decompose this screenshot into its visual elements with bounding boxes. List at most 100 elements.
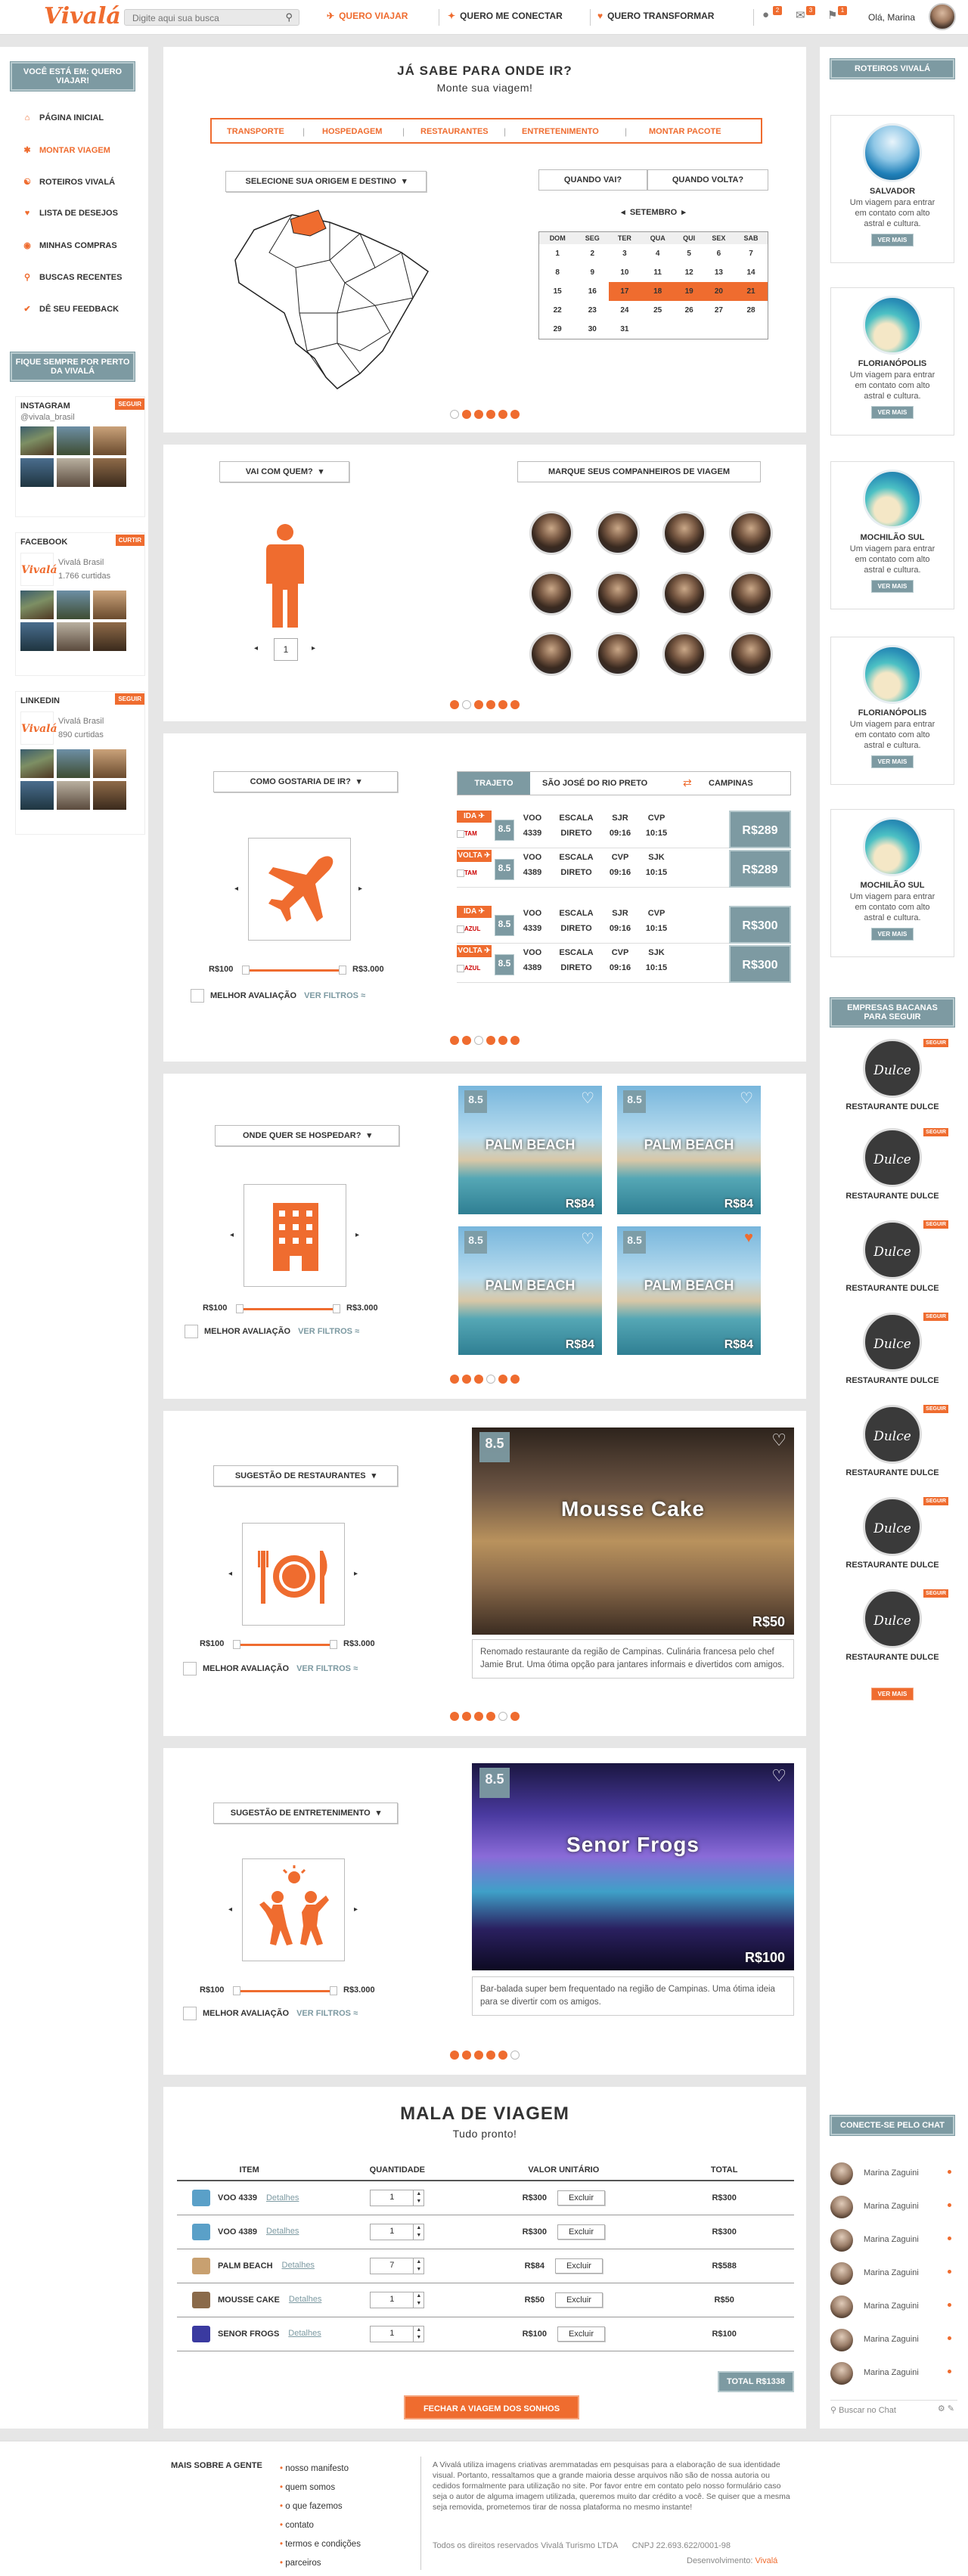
photo-thumb[interactable] [57, 426, 90, 455]
best-rating-filter[interactable]: MELHOR AVALIAÇÃO VER FILTROS ≈ [185, 1325, 359, 1338]
companion-avatar[interactable] [662, 511, 706, 555]
stepper-arrows-icon[interactable]: ▲ ▼ [413, 2258, 424, 2274]
roteiro-card[interactable]: MOCHILÃO SUL Um viagem para entrar em con… [830, 461, 954, 609]
progress-dot[interactable] [498, 1375, 507, 1384]
footer-link[interactable]: • contato [280, 2516, 361, 2535]
photo-thumb[interactable] [93, 622, 126, 651]
heart-icon[interactable]: ♡ [581, 1089, 594, 1108]
flight-price[interactable]: R$289 [729, 811, 791, 848]
increase-icon[interactable]: ▸ [312, 644, 315, 653]
calendar-day[interactable]: 27 [703, 301, 735, 320]
progress-dot[interactable] [462, 2051, 471, 2060]
best-rating-filter[interactable]: MELHOR AVALIAÇÃO VER FILTROS ≈ [191, 989, 365, 1003]
like-button[interactable]: CURTIR [115, 535, 144, 546]
search-box[interactable]: ⚲ [124, 9, 299, 26]
restaurant-card[interactable]: 8.5 ♡ Mousse Cake R$50 [472, 1427, 794, 1635]
chat-user[interactable]: Marina Zaguini [830, 2324, 957, 2356]
progress-dot[interactable] [462, 410, 471, 419]
checkbox[interactable] [191, 989, 204, 1003]
remove-button[interactable]: Excluir [557, 2190, 606, 2206]
chat-user[interactable]: Marina Zaguini [830, 2357, 957, 2389]
companion-avatar[interactable] [596, 632, 640, 676]
photo-thumb[interactable] [93, 749, 126, 778]
decrease-icon[interactable]: ◂ [254, 644, 258, 653]
progress-dot[interactable] [486, 1712, 495, 1721]
ver-mais-button[interactable]: VER MAIS [870, 928, 914, 941]
see-filters-link[interactable]: VER FILTROS [296, 1664, 351, 1673]
calendar-day[interactable]: 30 [576, 320, 609, 339]
flight-option[interactable]: IDA ✈ TAM 8.5 VOO ESCALA SJR CVP 4339 DIRETO 0… [457, 811, 791, 848]
heart-icon[interactable]: ♡ [771, 1766, 786, 1786]
logo[interactable]: Vivalá [44, 3, 121, 29]
flight-checkbox[interactable] [457, 925, 464, 933]
details-link[interactable]: Detalhes [289, 2295, 321, 2304]
flight-checkbox[interactable] [457, 870, 464, 877]
checkbox[interactable] [185, 1325, 198, 1338]
details-link[interactable]: Detalhes [288, 2329, 321, 2338]
photo-thumb[interactable] [93, 591, 126, 619]
progress-dot[interactable] [486, 700, 495, 709]
nav-quero-viajar[interactable]: ✈ QUERO VIAJAR [327, 11, 408, 21]
photo-thumb[interactable] [20, 749, 54, 778]
prev-option-icon[interactable]: ◂ [228, 1905, 232, 1914]
calendar-day[interactable]: 26 [675, 301, 703, 320]
entertainment-select[interactable]: SUGESTÃO DE ENTRETENIMENTO ▾ [213, 1803, 398, 1824]
chat-user[interactable]: Marina Zaguini [830, 2224, 957, 2256]
slider-max-handle[interactable] [339, 966, 346, 975]
heart-icon[interactable]: ♡ [581, 1229, 594, 1248]
progress-dot[interactable] [498, 2051, 507, 2060]
follow-button[interactable]: SEGUIR [923, 1497, 948, 1505]
nav-quero-me-conectar[interactable]: ✦ QUERO ME CONECTAR [448, 11, 563, 21]
ver-mais-button[interactable]: VER MAIS [870, 1688, 914, 1700]
map-notification[interactable]: ⚑ 1 [827, 6, 847, 25]
flight-price[interactable]: R$300 [729, 906, 791, 944]
progress-dot[interactable] [450, 700, 459, 709]
stepper-arrows-icon[interactable]: ▲ ▼ [413, 2190, 424, 2206]
progress-dot[interactable] [498, 410, 507, 419]
search-icon[interactable]: ⚲ [285, 11, 293, 23]
companion-avatar[interactable] [729, 511, 773, 555]
progress-dot[interactable] [498, 700, 507, 709]
progress-dot[interactable] [510, 700, 520, 709]
flight-price[interactable]: R$289 [729, 850, 791, 888]
slider-min-handle[interactable] [242, 966, 250, 975]
tab-restaurantes[interactable]: RESTAURANTES [420, 127, 489, 136]
calendar-day[interactable]: 20 [703, 282, 735, 301]
messages-notification[interactable]: ✉ 3 [796, 6, 815, 25]
calendar-day[interactable]: 15 [539, 282, 576, 301]
checkbox[interactable] [183, 2007, 197, 2020]
tab-transporte[interactable]: TRANSPORTE [227, 127, 284, 136]
remove-button[interactable]: Excluir [557, 2224, 606, 2240]
ver-mais-button[interactable]: VER MAIS [870, 755, 914, 768]
settings-icon[interactable]: ⚙ ✎ [938, 2404, 954, 2413]
company-card[interactable]: Dulce SEGUIR RESTAURANTE DULCE [830, 1313, 954, 1385]
menu-pagina-inicial[interactable]: ⌂ PÁGINA INICIAL [21, 113, 104, 122]
company-card[interactable]: Dulce SEGUIR RESTAURANTE DULCE [830, 1039, 954, 1111]
prev-option-icon[interactable]: ◂ [228, 1570, 232, 1578]
menu-feedback[interactable]: ✔ DÊ SEU FEEDBACK [21, 304, 119, 314]
photo-thumb[interactable] [93, 781, 126, 810]
hotel-card[interactable]: 8.5 ♡ PALM BEACH R$84 [458, 1226, 602, 1355]
calendar-day[interactable]: 2 [576, 244, 609, 263]
companion-avatar[interactable] [729, 632, 773, 676]
follow-button[interactable]: SEGUIR [115, 693, 144, 705]
follow-button[interactable]: SEGUIR [923, 1405, 948, 1413]
quantity-stepper[interactable]: 1 ▲ ▼ [370, 2189, 425, 2206]
brazil-map[interactable] [224, 200, 436, 396]
hotel-card[interactable]: 8.5 ♥ PALM BEACH R$84 [617, 1226, 761, 1355]
see-filters-link[interactable]: VER FILTROS [298, 1327, 352, 1336]
price-slider[interactable]: R$100 R$3.000 [200, 1985, 381, 1995]
progress-dot[interactable] [510, 1036, 520, 1045]
entertainment-card[interactable]: 8.5 ♡ Senor Frogs R$100 [472, 1763, 794, 1970]
hotel-card[interactable]: 8.5 ♡ PALM BEACH R$84 [458, 1086, 602, 1214]
calendar-day[interactable]: 9 [576, 263, 609, 282]
calendar-day[interactable]: 7 [734, 244, 768, 263]
progress-dot[interactable] [474, 1375, 483, 1384]
slider-max-handle[interactable] [330, 1640, 337, 1649]
next-option-icon[interactable]: ▸ [358, 885, 362, 893]
see-filters-link[interactable]: VER FILTROS [296, 2009, 351, 2018]
return-date-field[interactable]: QUANDO VOLTA? [647, 169, 768, 191]
companion-avatar[interactable] [662, 632, 706, 676]
progress-dot[interactable] [474, 2051, 483, 2060]
flight-checkbox[interactable] [457, 965, 464, 972]
